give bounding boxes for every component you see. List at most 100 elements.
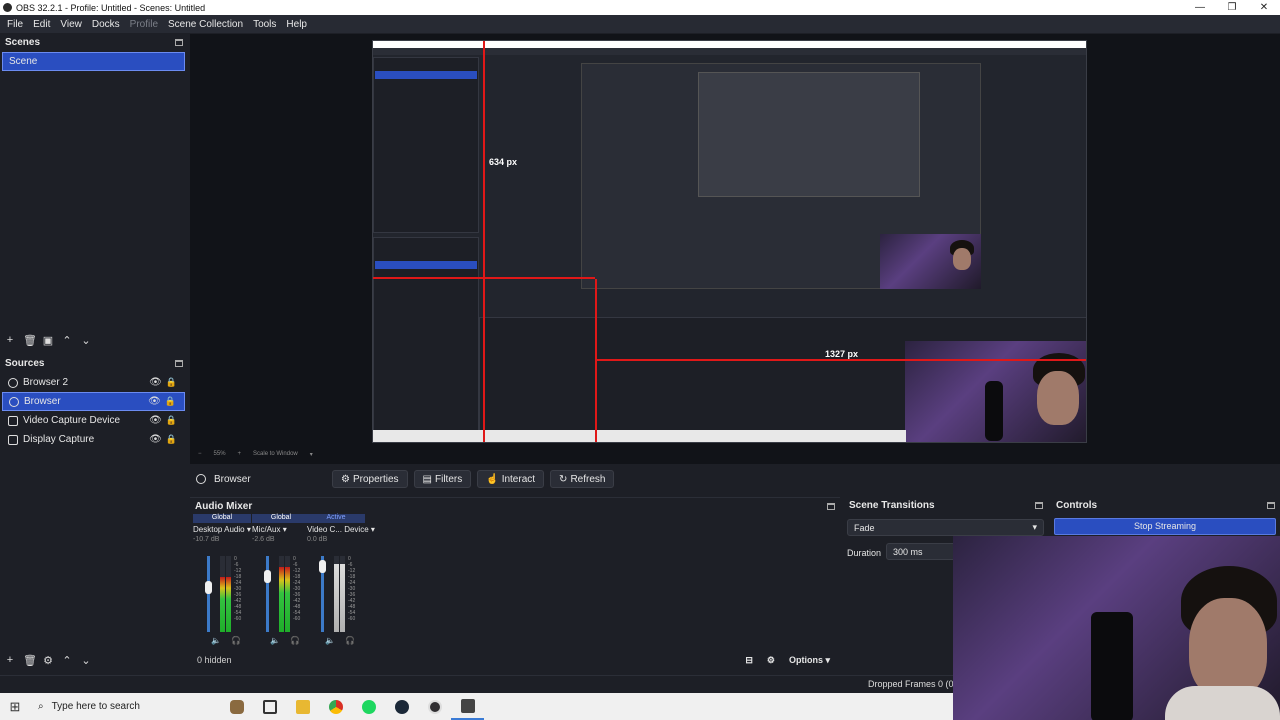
window-title: OBS 32.2.1 - Profile: Untitled - Scenes:… xyxy=(16,2,206,13)
app-icon[interactable] xyxy=(451,693,484,720)
add-scene-icon[interactable]: + xyxy=(4,334,16,346)
menu-edit[interactable]: Edit xyxy=(28,19,55,30)
menu-docks[interactable]: Docks xyxy=(87,19,125,30)
fader-knob[interactable] xyxy=(205,581,212,594)
close-button[interactable]: ✕ xyxy=(1248,2,1280,13)
refresh-label: Refresh xyxy=(570,473,606,485)
windows-start-icon[interactable]: ⊞ xyxy=(0,699,30,715)
volume-fader[interactable] xyxy=(205,556,212,632)
meter-scale: 0 -6 -12 -18 -24 -30 -36 -42 -48 -54 -60 xyxy=(293,556,300,622)
zoom-out-icon[interactable]: − xyxy=(198,451,202,461)
transition-select[interactable]: Fade ▾ xyxy=(847,519,1044,536)
height-label: 634 px xyxy=(489,157,518,167)
spotify-icon[interactable] xyxy=(352,693,385,720)
scale-mode[interactable]: Scale to Window xyxy=(253,451,298,461)
lock-icon[interactable]: 🔒 xyxy=(166,377,177,387)
speaker-icon[interactable]: 🔈 xyxy=(211,636,221,645)
headphones-icon[interactable]: 🎧 xyxy=(345,636,355,645)
file-explorer-icon[interactable] xyxy=(286,693,319,720)
duration-value: 300 ms xyxy=(893,546,923,557)
menu-file[interactable]: File xyxy=(2,19,28,30)
lock-icon[interactable]: 🔒 xyxy=(166,415,177,425)
eye-icon[interactable]: 👁 xyxy=(149,377,162,388)
taskbar-search[interactable]: ⌕ Type here to search xyxy=(30,693,220,720)
meter-scale: 0 -6 -12 -18 -24 -30 -36 -42 -48 -54 -60 xyxy=(348,556,355,622)
channel-name[interactable]: Video C... Device ▾ xyxy=(307,525,375,534)
interact-button[interactable]: ☝ Interact xyxy=(477,470,545,488)
mixer-channel: Global Desktop Audio ▾ -10.7 dB 0 -6 -12 -18 -2… xyxy=(193,514,251,645)
remove-scene-icon[interactable]: 🗑 xyxy=(23,334,37,347)
properties-button[interactable]: ⚙ Properties xyxy=(332,470,408,488)
undock-icon[interactable] xyxy=(175,38,183,46)
move-up-icon[interactable]: ⌃ xyxy=(61,334,73,347)
speaker-icon[interactable]: 🔈 xyxy=(325,636,335,645)
lock-icon[interactable]: 🔒 xyxy=(165,396,176,406)
preview-canvas[interactable]: 634 px 1327 px xyxy=(372,40,1087,443)
audio-mixer-dock: Audio Mixer Global Desktop Audio ▾ -10.7 d… xyxy=(190,497,840,671)
width-label: 1327 px xyxy=(825,349,859,359)
menu-view[interactable]: View xyxy=(55,19,87,30)
source-settings-icon[interactable]: ⚙ xyxy=(42,654,54,667)
undock-icon[interactable] xyxy=(827,502,835,510)
source-item-browser[interactable]: Browser 👁 🔒 xyxy=(2,392,185,411)
eye-icon[interactable]: 👁 xyxy=(149,434,162,445)
minimize-button[interactable]: — xyxy=(1184,2,1216,13)
headphones-icon[interactable]: 🎧 xyxy=(290,636,300,645)
preview-area[interactable]: 634 px 1327 px xyxy=(190,34,1280,464)
menu-profile[interactable]: Profile xyxy=(125,19,163,30)
headphones-icon[interactable]: 🎧 xyxy=(231,636,241,645)
eye-icon[interactable]: 👁 xyxy=(148,396,161,407)
source-label: Video Capture Device xyxy=(23,415,121,426)
undock-icon[interactable] xyxy=(1035,501,1043,509)
refresh-button[interactable]: ↻ Refresh xyxy=(550,470,615,488)
source-item-video-capture[interactable]: Video Capture Device 👁 🔒 xyxy=(2,411,185,430)
filter-scene-icon[interactable]: ▣ xyxy=(42,334,54,347)
options-button[interactable]: Options ▾ xyxy=(789,655,830,666)
lock-icon[interactable]: 🔒 xyxy=(166,434,177,444)
move-up-icon[interactable]: ⌃ xyxy=(61,654,73,667)
width-guide-line-2 xyxy=(595,359,1086,361)
filters-button[interactable]: ▤ Filters xyxy=(413,470,472,488)
person-face xyxy=(1189,598,1267,698)
move-down-icon[interactable]: ⌄ xyxy=(80,334,92,347)
obs-icon[interactable] xyxy=(418,693,451,720)
layout-toggle-icon[interactable]: ⊟ xyxy=(745,655,753,666)
steam-icon[interactable] xyxy=(385,693,418,720)
source-item-browser-2[interactable]: Browser 2 👁 🔒 xyxy=(2,373,185,392)
owl-icon[interactable] xyxy=(220,693,253,720)
chrome-icon[interactable] xyxy=(319,693,352,720)
channel-name[interactable]: Desktop Audio ▾ xyxy=(193,525,251,534)
maximize-button[interactable]: ❐ xyxy=(1216,2,1248,13)
channel-name[interactable]: Mic/Aux ▾ xyxy=(252,525,310,534)
filter-icon: ▤ xyxy=(422,473,432,485)
undock-icon[interactable] xyxy=(1267,501,1275,509)
add-source-icon[interactable]: + xyxy=(4,654,16,666)
source-toolbar-bottom: + 🗑 ⚙ ⌃ ⌄ xyxy=(4,652,92,668)
nested-titlebar xyxy=(373,41,1086,48)
eye-icon[interactable]: 👁 xyxy=(149,415,162,426)
search-icon: ⌕ xyxy=(38,701,44,712)
channel-controls: 🔈 🎧 xyxy=(211,636,241,645)
volume-fader[interactable] xyxy=(319,556,326,632)
zoom-in-icon[interactable]: + xyxy=(238,451,242,461)
fader-knob[interactable] xyxy=(319,560,326,573)
volume-fader[interactable] xyxy=(264,556,271,632)
menu-help[interactable]: Help xyxy=(281,19,312,30)
search-placeholder: Type here to search xyxy=(51,701,140,712)
task-view-icon[interactable] xyxy=(253,693,286,720)
advanced-settings-icon[interactable]: ⚙ xyxy=(767,655,775,666)
undock-icon[interactable] xyxy=(175,359,183,367)
height-guide-line xyxy=(483,41,485,442)
source-label: Display Capture xyxy=(23,434,95,445)
source-item-display-capture[interactable]: Display Capture 👁 🔒 xyxy=(2,430,185,449)
menu-tools[interactable]: Tools xyxy=(248,19,281,30)
menu-scene-collection[interactable]: Scene Collection xyxy=(163,19,248,30)
chevron-down-icon[interactable]: ▾ xyxy=(310,451,313,461)
stop-streaming-button[interactable]: Stop Streaming xyxy=(1054,518,1276,535)
move-down-icon[interactable]: ⌄ xyxy=(80,654,92,667)
fader-knob[interactable] xyxy=(264,570,271,583)
channel-name-label: Mic/Aux xyxy=(252,525,281,534)
remove-source-icon[interactable]: 🗑 xyxy=(23,654,37,667)
speaker-icon[interactable]: 🔈 xyxy=(270,636,280,645)
scene-item[interactable]: Scene xyxy=(2,52,185,71)
